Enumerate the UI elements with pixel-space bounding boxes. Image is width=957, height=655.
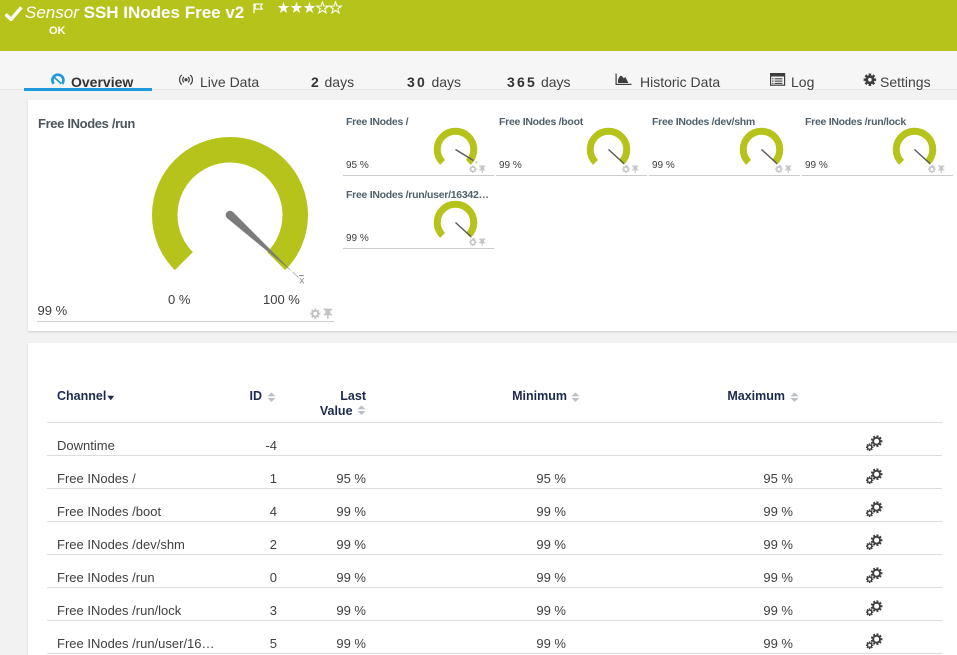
svg-text:x: x	[299, 275, 305, 287]
